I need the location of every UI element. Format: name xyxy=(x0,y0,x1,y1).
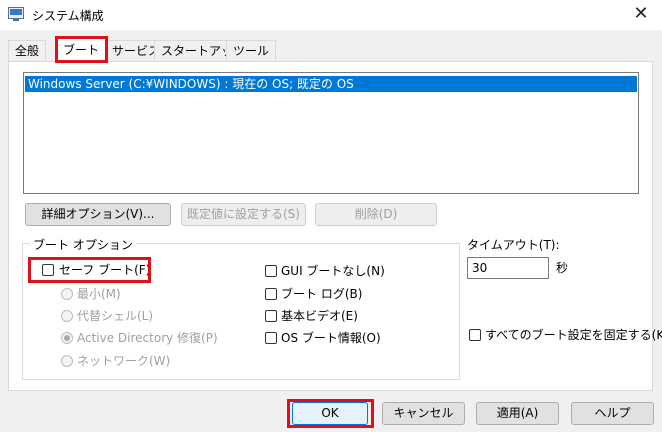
tab-general[interactable]: 全般 xyxy=(8,40,47,61)
apply-button[interactable]: 適用(A) xyxy=(476,402,559,425)
safe-boot-label: セーフ ブート(F) xyxy=(59,263,151,277)
boot-log-checkbox[interactable] xyxy=(265,288,277,300)
advanced-options-button[interactable]: 詳細オプション(V)... xyxy=(25,203,171,226)
active-directory-label: Active Directory 修復(P) xyxy=(77,331,218,345)
safe-boot-checkbox[interactable] xyxy=(42,264,54,276)
timeout-label: タイムアウト(T): xyxy=(467,238,560,252)
make-permanent-label: すべてのブート設定を固定する(K) xyxy=(485,328,662,342)
cancel-button[interactable]: キャンセル xyxy=(382,402,465,425)
no-gui-boot-label: GUI ブートなし(N) xyxy=(281,264,385,278)
set-default-button[interactable]: 既定値に設定する(S) xyxy=(181,203,306,226)
alternate-shell-radio[interactable] xyxy=(61,310,73,322)
make-permanent-checkbox[interactable] xyxy=(469,329,481,341)
timeout-unit: 秒 xyxy=(556,261,569,275)
os-list-item[interactable]: Windows Server (C:¥WINDOWS) : 現在の OS; 既定… xyxy=(25,76,637,92)
window-title: システム構成 xyxy=(32,9,104,23)
alternate-shell-label: 代替シェル(L) xyxy=(77,309,154,323)
timeout-input[interactable]: 30 xyxy=(467,257,549,279)
tab-boot[interactable]: ブート xyxy=(56,38,107,62)
network-label: ネットワーク(W) xyxy=(77,354,171,368)
minimal-label: 最小(M) xyxy=(77,287,121,301)
no-gui-boot-checkbox[interactable] xyxy=(265,265,277,277)
boot-log-label: ブート ログ(B) xyxy=(281,287,363,301)
delete-button[interactable]: 削除(D) xyxy=(315,203,437,226)
help-button[interactable]: ヘルプ xyxy=(571,402,654,425)
minimal-radio[interactable] xyxy=(61,288,73,300)
tab-tools[interactable]: ツール xyxy=(226,40,277,61)
os-boot-info-label: OS ブート情報(O) xyxy=(281,331,381,345)
active-directory-radio[interactable] xyxy=(61,332,73,344)
base-video-checkbox[interactable] xyxy=(265,310,277,322)
close-button[interactable]: ✕ xyxy=(626,2,656,26)
network-radio[interactable] xyxy=(61,355,73,367)
system-config-icon xyxy=(8,7,24,21)
os-boot-info-checkbox[interactable] xyxy=(265,332,277,344)
ok-button[interactable]: OK xyxy=(292,402,368,425)
close-icon: ✕ xyxy=(633,3,649,24)
boot-options-label: ブート オプション xyxy=(30,236,136,253)
base-video-label: 基本ビデオ(E) xyxy=(281,309,358,323)
